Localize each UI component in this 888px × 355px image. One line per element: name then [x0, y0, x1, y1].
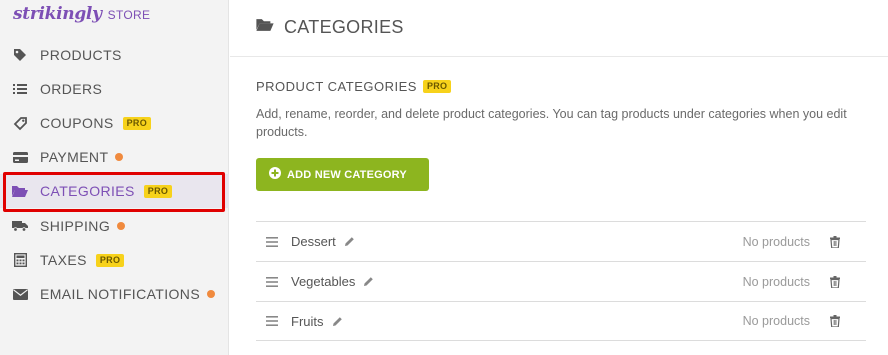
- drag-handle-icon[interactable]: [266, 316, 278, 326]
- category-name: Dessert: [291, 234, 336, 249]
- sidebar-item-shipping[interactable]: SHIPPING: [0, 209, 229, 243]
- pro-badge: PRO: [122, 116, 151, 130]
- list-icon: [12, 81, 28, 97]
- list-item: Vegetables No products: [256, 261, 866, 301]
- list-item: Fruits No products: [256, 301, 866, 341]
- page-header: CATEGORIES: [256, 17, 404, 38]
- notice-dot: [117, 222, 126, 230]
- section-title: PRODUCT CATEGORIES PRO: [256, 79, 452, 94]
- envelope-icon: [12, 286, 28, 302]
- sidebar-item-label: TAXES: [40, 252, 87, 268]
- pro-badge: PRO: [422, 80, 452, 93]
- add-new-category-button[interactable]: ADD NEW CATEGORY: [256, 158, 429, 191]
- calculator-icon: [12, 252, 28, 268]
- sidebar-item-coupons[interactable]: COUPONS PRO: [0, 106, 229, 140]
- header-divider: [230, 56, 888, 57]
- coupon-tag-icon: [12, 115, 28, 131]
- brand-logo[interactable]: strikingly STORE: [13, 4, 150, 28]
- sidebar-item-label: ORDERS: [40, 81, 103, 97]
- sidebar-item-label: COUPONS: [40, 115, 114, 131]
- section-description: Add, rename, reorder, and delete product…: [256, 107, 847, 139]
- sidebar-item-label: SHIPPING: [40, 218, 111, 234]
- sidebar-item-label: CATEGORIES: [40, 183, 135, 199]
- credit-card-icon: [12, 149, 28, 165]
- category-name: Fruits: [291, 313, 324, 329]
- pencil-icon[interactable]: [344, 236, 355, 247]
- tag-icon: [12, 47, 28, 63]
- plus-circle-icon: [269, 166, 281, 184]
- drag-handle-icon[interactable]: [266, 236, 278, 247]
- sidebar-item-label: EMAIL NOTIFICATIONS: [40, 286, 201, 302]
- brand-wordmark: strikingly: [13, 4, 102, 24]
- trash-icon[interactable]: [830, 235, 840, 248]
- category-list: Dessert No products Vegetables No produc…: [256, 221, 866, 341]
- sidebar-item-label: PRODUCTS: [40, 47, 122, 63]
- page-title: CATEGORIES: [284, 17, 404, 37]
- main-content: CATEGORIES PRODUCT CATEGORIES PRO Add, r…: [230, 0, 888, 355]
- trash-icon[interactable]: [830, 315, 840, 327]
- folder-open-icon: [256, 18, 274, 37]
- sidebar-item-taxes[interactable]: TAXES PRO: [0, 243, 229, 277]
- brand-store-label: STORE: [107, 8, 151, 22]
- pro-badge: PRO: [95, 253, 125, 267]
- product-count: No products: [742, 314, 810, 328]
- pencil-icon[interactable]: [332, 316, 343, 327]
- section-title-label: PRODUCT CATEGORIES: [256, 79, 417, 94]
- folder-open-icon: [12, 183, 28, 199]
- list-item: Dessert No products: [256, 221, 866, 261]
- add-new-category-label: ADD NEW CATEGORY: [287, 168, 407, 181]
- category-name: Vegetables: [291, 274, 356, 289]
- sidebar-item-orders[interactable]: ORDERS: [0, 72, 229, 106]
- sidebar-item-categories[interactable]: CATEGORIES PRO: [0, 174, 229, 208]
- product-count: No products: [742, 234, 810, 249]
- truck-icon: [12, 218, 28, 234]
- sidebar-item-label: PAYMENT: [40, 149, 109, 165]
- pencil-icon[interactable]: [363, 276, 374, 287]
- drag-handle-icon[interactable]: [266, 276, 278, 287]
- sidebar-item-payment[interactable]: PAYMENT: [0, 140, 229, 174]
- trash-icon[interactable]: [830, 275, 840, 288]
- notice-dot: [207, 290, 216, 298]
- sidebar-item-email-notifications[interactable]: EMAIL NOTIFICATIONS: [0, 277, 229, 311]
- sidebar-item-products[interactable]: PRODUCTS: [0, 38, 229, 72]
- pro-badge: PRO: [143, 184, 173, 198]
- notice-dot: [115, 153, 124, 161]
- product-count: No products: [742, 274, 810, 289]
- sidebar: strikingly STORE PRODUCTS ORDERS COUPONS…: [0, 0, 229, 355]
